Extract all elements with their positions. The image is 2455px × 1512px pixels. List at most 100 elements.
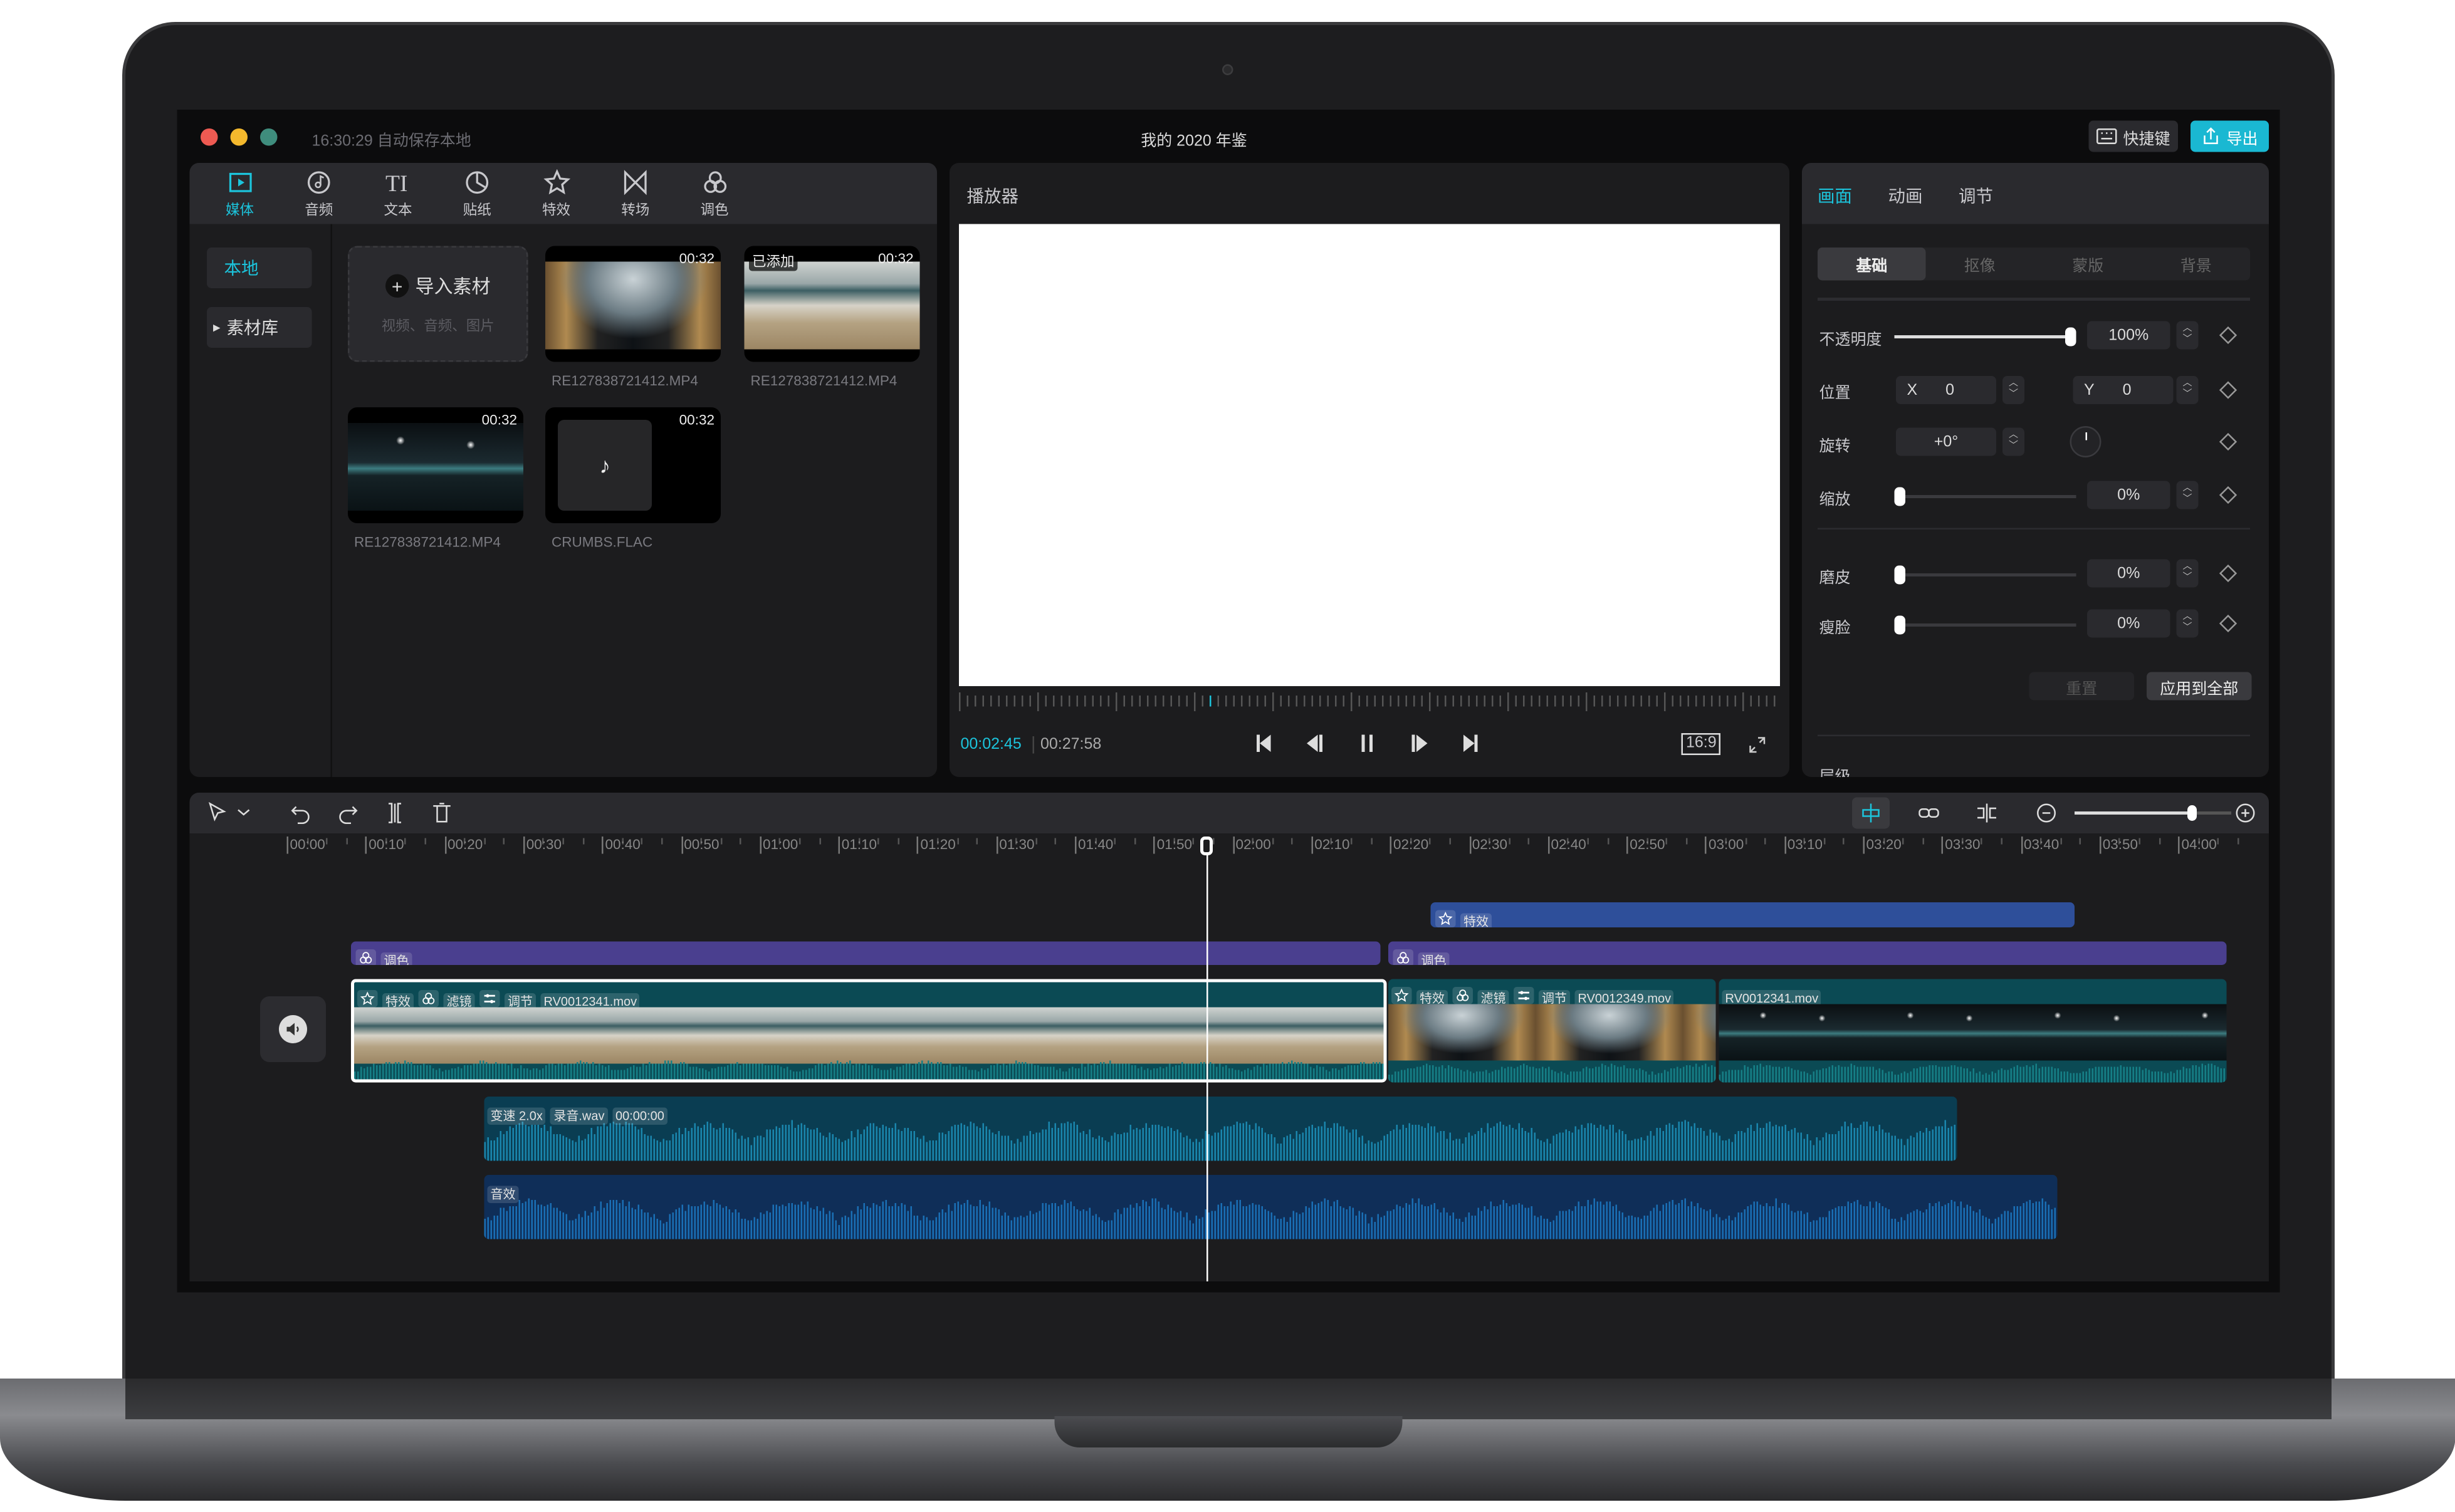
media-item[interactable]: 00:32 已添加 <box>744 246 920 362</box>
smooth-input[interactable]: 0% <box>2087 559 2170 588</box>
keyframe-icon[interactable] <box>2219 326 2238 345</box>
link-icon[interactable] <box>1918 802 1940 824</box>
position-y-input[interactable]: Y0 <box>2073 376 2174 404</box>
subtab-background[interactable]: 背景 <box>2142 248 2251 281</box>
tab-transition[interactable]: 转场 <box>604 169 667 224</box>
media-filename: RE127838721412.MP4 <box>354 534 501 550</box>
slim-stepper[interactable]: ︿ ﹀ <box>2176 609 2199 638</box>
slider-handle[interactable] <box>1894 487 1905 506</box>
next-frame-icon[interactable] <box>1409 733 1430 754</box>
slider-handle[interactable] <box>1894 565 1905 585</box>
close-button[interactable] <box>201 128 218 146</box>
redo-icon[interactable] <box>337 802 359 824</box>
tab-adjust[interactable]: 调节 <box>1959 184 1993 209</box>
media-item[interactable]: 00:32 <box>545 246 721 362</box>
tab-effects[interactable]: 特效 <box>525 169 588 224</box>
tab-sticker[interactable]: 贴纸 <box>446 169 508 224</box>
import-media-button[interactable]: + 导入素材 视频、音频、图片 <box>348 246 528 362</box>
media-item[interactable]: 00:32 <box>348 407 523 523</box>
video-clip[interactable]: 特效 滤镜 调节 RV0012349.mov <box>1388 979 1716 1083</box>
slider-handle[interactable] <box>2065 327 2076 347</box>
smooth-stepper[interactable]: ︿ ﹀ <box>2176 559 2199 588</box>
tab-text[interactable]: TI 文本 <box>367 169 429 224</box>
select-tool-icon[interactable] <box>207 802 229 824</box>
scale-input[interactable]: 0% <box>2087 481 2170 509</box>
audio-clip[interactable]: 音效 <box>484 1175 2058 1239</box>
slim-input[interactable]: 0% <box>2087 609 2170 638</box>
tab-color[interactable]: 调色 <box>683 169 746 224</box>
scale-slider[interactable] <box>1894 487 2076 506</box>
ruler-tick <box>1257 696 1259 707</box>
zoom-slider[interactable] <box>2075 805 2231 821</box>
reset-button[interactable]: 重置 <box>2029 672 2134 701</box>
preview-axis-icon[interactable] <box>1976 802 1998 824</box>
opacity-stepper[interactable]: ︿ ﹀ <box>2176 321 2199 350</box>
aspect-ratio-button[interactable]: 16:9 <box>1681 733 1722 755</box>
tab-audio[interactable]: 音频 <box>288 169 350 224</box>
snap-toggle[interactable] <box>1852 797 1890 829</box>
zoom-in-icon[interactable] <box>2234 802 2256 824</box>
ruler-tick <box>1327 696 1329 707</box>
mute-track-button[interactable] <box>260 996 326 1062</box>
keyframe-icon[interactable] <box>2219 432 2238 451</box>
minimize-button[interactable] <box>230 128 248 146</box>
zoom-out-icon[interactable] <box>2036 802 2058 824</box>
playhead[interactable] <box>1205 840 1208 1281</box>
slider-handle[interactable] <box>1894 615 1905 635</box>
added-badge: 已添加 <box>749 251 798 271</box>
player-scrubber[interactable] <box>959 692 1780 714</box>
keyframe-icon[interactable] <box>2219 381 2238 399</box>
smooth-slider[interactable] <box>1894 565 2076 585</box>
rotation-dial[interactable] <box>2070 426 2102 457</box>
fullscreen-icon[interactable] <box>1749 736 1766 754</box>
tab-media[interactable]: 媒体 <box>209 169 271 224</box>
maximize-button[interactable] <box>260 128 278 146</box>
timeline-ruler[interactable]: 00:00 00:10 00:20 00:30 00:40 00:50 01:00 01:10… <box>190 835 2269 857</box>
rotation-stepper[interactable]: ︿ ﹀ <box>2002 427 2024 456</box>
duration: 00:32 <box>679 412 715 428</box>
ruler-tick <box>720 838 722 845</box>
video-clip[interactable]: 特效 滤镜 调节 RV0012341.mov <box>351 979 1387 1083</box>
delete-icon[interactable] <box>431 802 453 824</box>
keyframe-icon[interactable] <box>2219 486 2238 504</box>
export-button[interactable]: 导出 <box>2191 120 2269 152</box>
nav-library[interactable]: ▶ 素材库 <box>207 307 312 348</box>
video-clip[interactable]: RV0012341.mov <box>1719 979 2227 1083</box>
apply-all-button[interactable]: 应用到全部 <box>2147 672 2252 701</box>
split-icon[interactable] <box>384 802 406 824</box>
keyframe-icon[interactable] <box>2219 564 2238 583</box>
audio-clip[interactable]: 变速 2.0x 录音.wav 00:00:00 <box>484 1097 1957 1161</box>
position-x-stepper[interactable]: ︿ ﹀ <box>2002 376 2024 404</box>
tab-animation[interactable]: 动画 <box>1888 184 1923 209</box>
ruler-major-tick <box>1075 837 1077 854</box>
zoom-slider-handle[interactable] <box>2187 805 2197 821</box>
skip-end-icon[interactable] <box>1460 733 1481 754</box>
ruler-major-tick <box>838 837 840 854</box>
undo-icon[interactable] <box>290 802 312 824</box>
laptop-hinge <box>125 1379 2332 1419</box>
nav-local[interactable]: 本地 <box>207 248 312 288</box>
skip-start-icon[interactable] <box>1254 733 1274 754</box>
scale-stepper[interactable]: ︿ ﹀ <box>2176 481 2199 509</box>
subtab-basic[interactable]: 基础 <box>1818 248 1926 281</box>
rotation-input[interactable]: +0° <box>1896 427 1996 456</box>
effect-clip[interactable]: 特效 <box>1430 902 2075 927</box>
playhead-handle[interactable] <box>1200 837 1213 855</box>
position-x-input[interactable]: X0 <box>1896 376 1996 404</box>
video-preview[interactable] <box>959 224 1780 686</box>
pause-icon[interactable] <box>1357 733 1378 754</box>
chevron-down-icon[interactable] <box>237 802 251 824</box>
subtab-keying[interactable]: 抠像 <box>1926 248 2034 281</box>
keyframe-icon[interactable] <box>2219 614 2238 633</box>
opacity-input[interactable]: 100% <box>2087 321 2170 350</box>
subtab-mask[interactable]: 蒙版 <box>2034 248 2142 281</box>
position-y-stepper[interactable]: ︿ ﹀ <box>2176 376 2199 404</box>
media-item[interactable]: ♪ 00:32 <box>545 407 721 523</box>
color-clip[interactable]: 调色 <box>351 941 1381 965</box>
shortcut-button[interactable]: 快捷键 <box>2088 120 2178 152</box>
color-clip[interactable]: 调色 <box>1388 941 2227 965</box>
opacity-slider[interactable] <box>1894 327 2076 347</box>
prev-frame-icon[interactable] <box>1306 733 1326 754</box>
tab-picture[interactable]: 画面 <box>1818 184 1852 209</box>
slim-slider[interactable] <box>1894 615 2076 635</box>
